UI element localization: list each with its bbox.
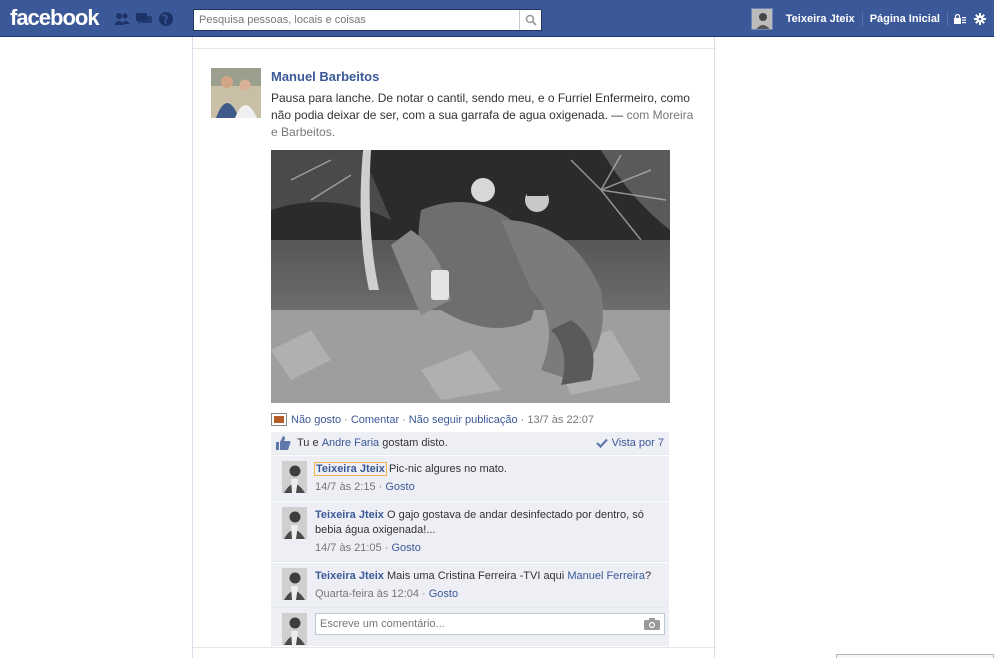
likes-you: Tu: [297, 437, 310, 449]
add-comment-row: [271, 608, 669, 646]
comment-item: Teixeira Jteix Pic-nic algures no mato. …: [271, 455, 669, 501]
feedback-panel: Tu e Andre Faria gostam disto. Vista por…: [271, 432, 669, 646]
comment-link[interactable]: Comentar: [351, 414, 399, 426]
search-input[interactable]: [194, 10, 519, 30]
chat-sidebar-tab[interactable]: [836, 654, 994, 658]
likes-and: e: [312, 437, 319, 449]
liker-link[interactable]: Andre Faria: [322, 437, 379, 449]
post-timestamp[interactable]: 13/7 às 22:07: [527, 414, 594, 426]
viewer-avatar: [282, 613, 307, 645]
post-author-link[interactable]: Manuel Barbeitos: [271, 69, 379, 84]
comment-meta: 14/7 às 2:15 · Gosto: [315, 481, 415, 493]
gear-icon[interactable]: [972, 11, 988, 27]
comment-text: Mais uma Cristina Ferreira -TVI aqui: [386, 570, 565, 582]
comment-timestamp[interactable]: 14/7 às 2:15: [315, 481, 376, 493]
seen-by-link[interactable]: Vista por 7: [595, 437, 664, 449]
unfollow-post-link[interactable]: Não seguir publicação: [409, 414, 518, 426]
avatar[interactable]: [750, 8, 773, 30]
facebook-logo[interactable]: facebook: [10, 5, 100, 31]
comment-author-link[interactable]: Teixeira Jteix: [315, 570, 384, 582]
likes-sentence: Tu e Andre Faria gostam disto. Vista por…: [271, 432, 669, 455]
home-link[interactable]: Página Inicial: [863, 13, 947, 25]
privacy-lock-icon[interactable]: [952, 11, 968, 27]
comment-meta: 14/7 às 21:05 · Gosto: [315, 542, 421, 554]
status-icon: [271, 413, 287, 426]
comment-body: Teixeira Jteix Pic-nic algures no mato.: [314, 460, 663, 477]
search-button[interactable]: [519, 10, 541, 30]
search-icon: [525, 14, 537, 26]
divider: [947, 12, 948, 26]
notifications-globe-icon[interactable]: [158, 11, 174, 27]
likes-suffix: gostam disto.: [382, 437, 448, 449]
checkmark-icon: [595, 438, 608, 448]
commenter-avatar[interactable]: [282, 461, 307, 493]
commenter-avatar[interactable]: [282, 568, 307, 600]
divider: [193, 647, 716, 648]
comment-tail: ?: [644, 570, 652, 582]
with-suffix: .: [331, 125, 336, 139]
with-and: e: [271, 125, 278, 139]
comment-text: Pic-nic algures no mato.: [388, 463, 507, 475]
comment-item: Teixeira Jteix O gajo gostava de andar d…: [271, 501, 669, 562]
comment-author-link[interactable]: Teixeira Jteix: [314, 462, 387, 476]
comment-body: Teixeira Jteix O gajo gostava de andar d…: [315, 506, 663, 538]
messages-icon[interactable]: [136, 11, 152, 27]
camera-icon[interactable]: [644, 618, 660, 630]
comment-like-link[interactable]: Gosto: [391, 542, 420, 554]
comment-timestamp[interactable]: 14/7 às 21:05: [315, 542, 382, 554]
comment-input[interactable]: [320, 618, 644, 630]
commenter-avatar[interactable]: [282, 507, 307, 539]
search-box: [193, 9, 542, 31]
comment-item: Teixeira Jteix Mais uma Cristina Ferreir…: [271, 562, 669, 608]
comment-meta: Quarta-feira às 12:04 · Gosto: [315, 588, 459, 600]
top-right-nav: Teixeira Jteix Página Inicial: [750, 8, 988, 30]
tagged-friend-link[interactable]: Moreira: [653, 108, 694, 122]
seen-by-label: Vista por 7: [611, 437, 664, 449]
thumbs-up-icon: [276, 436, 291, 450]
mention-link[interactable]: Manuel Ferreira: [567, 570, 645, 582]
comment-author-link[interactable]: Teixeira Jteix: [315, 509, 384, 521]
with-prefix: com: [626, 108, 650, 122]
story-column: Manuel Barbeitos Pausa para lanche. De n…: [192, 37, 716, 658]
unlike-link[interactable]: Não gosto: [291, 414, 341, 426]
comment-timestamp[interactable]: Quarta-feira às 12:04: [315, 588, 419, 600]
author-profile-picture[interactable]: [211, 68, 261, 118]
comment-like-link[interactable]: Gosto: [429, 588, 458, 600]
post-actions: Não gosto · Comentar · Não seguir public…: [271, 413, 594, 426]
friends-icon[interactable]: [114, 11, 130, 27]
post-message: Pausa para lanche. De notar o cantil, se…: [271, 90, 701, 141]
jewels: [114, 11, 174, 27]
comment-input-box: [315, 613, 665, 635]
divider: [193, 48, 716, 49]
tagged-friend-link[interactable]: Barbeitos: [281, 125, 332, 139]
post-photo[interactable]: [271, 150, 670, 403]
comment-body: Teixeira Jteix Mais uma Cristina Ferreir…: [315, 567, 663, 584]
top-bar: facebook Teixeira Jteix Página Inicial: [0, 0, 994, 37]
profile-link[interactable]: Teixeira Jteix: [779, 13, 862, 25]
comment-like-link[interactable]: Gosto: [385, 481, 414, 493]
